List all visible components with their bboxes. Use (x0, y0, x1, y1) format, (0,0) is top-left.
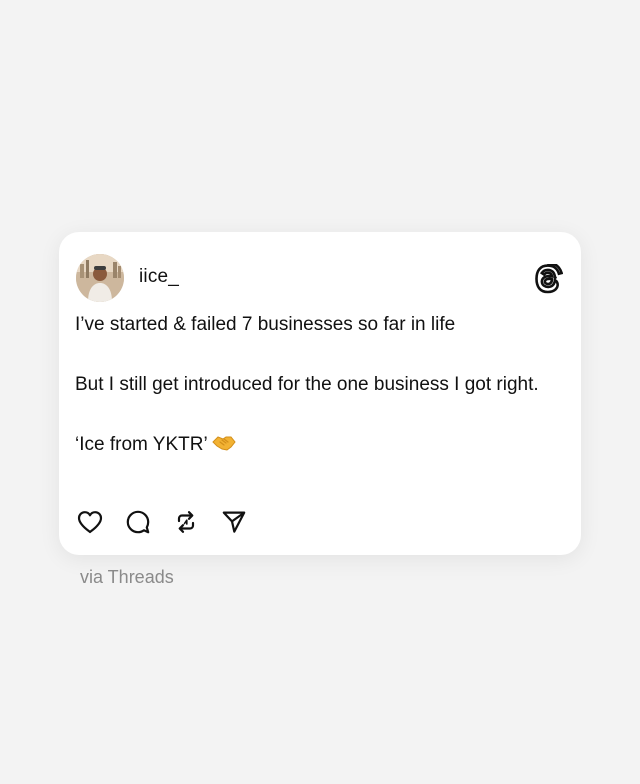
comment-icon[interactable] (123, 507, 153, 537)
via-threads-label: via Threads (80, 567, 174, 587)
heart-icon[interactable] (75, 507, 105, 537)
post-line-3-text: ‘Ice from YKTR’ (75, 434, 208, 455)
post-line-2: But I still get introduced for the one b… (75, 374, 539, 395)
post-line-3: ‘Ice from YKTR’ (75, 431, 555, 459)
handshake-emoji (211, 433, 236, 451)
username[interactable]: iice_ (139, 266, 179, 288)
threads-logo-icon[interactable] (535, 261, 564, 294)
post-actions (75, 507, 267, 537)
threads-post-card: iice_ I’ve started & failed 7 businesses… (59, 232, 581, 555)
repost-icon[interactable] (171, 507, 201, 537)
avatar[interactable] (76, 254, 124, 302)
share-icon[interactable] (219, 507, 249, 537)
post-line-1: I’ve started & failed 7 businesses so fa… (75, 314, 456, 335)
post-text: I’ve started & failed 7 businesses so fa… (75, 311, 555, 459)
